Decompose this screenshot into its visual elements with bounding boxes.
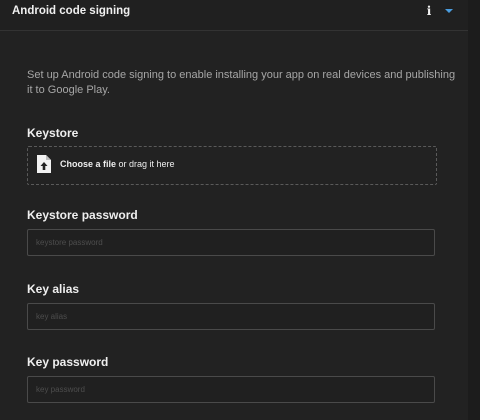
key-password-input[interactable]	[28, 377, 434, 402]
section-header: Android code signing i	[0, 0, 468, 31]
intro-text: Set up Android code signing to enable in…	[27, 69, 456, 96]
info-icon[interactable]: i	[425, 4, 433, 18]
keystore-label: Keystore	[27, 126, 79, 140]
keystore-password-field[interactable]	[27, 229, 435, 256]
key-alias-label: Key alias	[27, 282, 80, 296]
drag-hint: or drag it here	[116, 159, 175, 169]
choose-file-link[interactable]: Choose a file	[60, 159, 116, 169]
keystore-dropzone[interactable]: Choose a file or drag it here	[27, 146, 437, 185]
keystore-password-label: Keystore password	[27, 208, 138, 222]
key-alias-field[interactable]	[27, 303, 435, 330]
file-upload-icon	[37, 155, 51, 173]
section-title: Android code signing	[12, 5, 131, 17]
key-alias-input[interactable]	[28, 304, 434, 329]
key-password-field[interactable]	[27, 376, 435, 403]
keystore-password-input[interactable]	[28, 230, 434, 255]
right-gutter	[468, 0, 480, 420]
dropzone-text: Choose a file or drag it here	[60, 159, 175, 169]
key-password-label: Key password	[27, 355, 109, 369]
chevron-down-icon[interactable]	[444, 8, 454, 14]
